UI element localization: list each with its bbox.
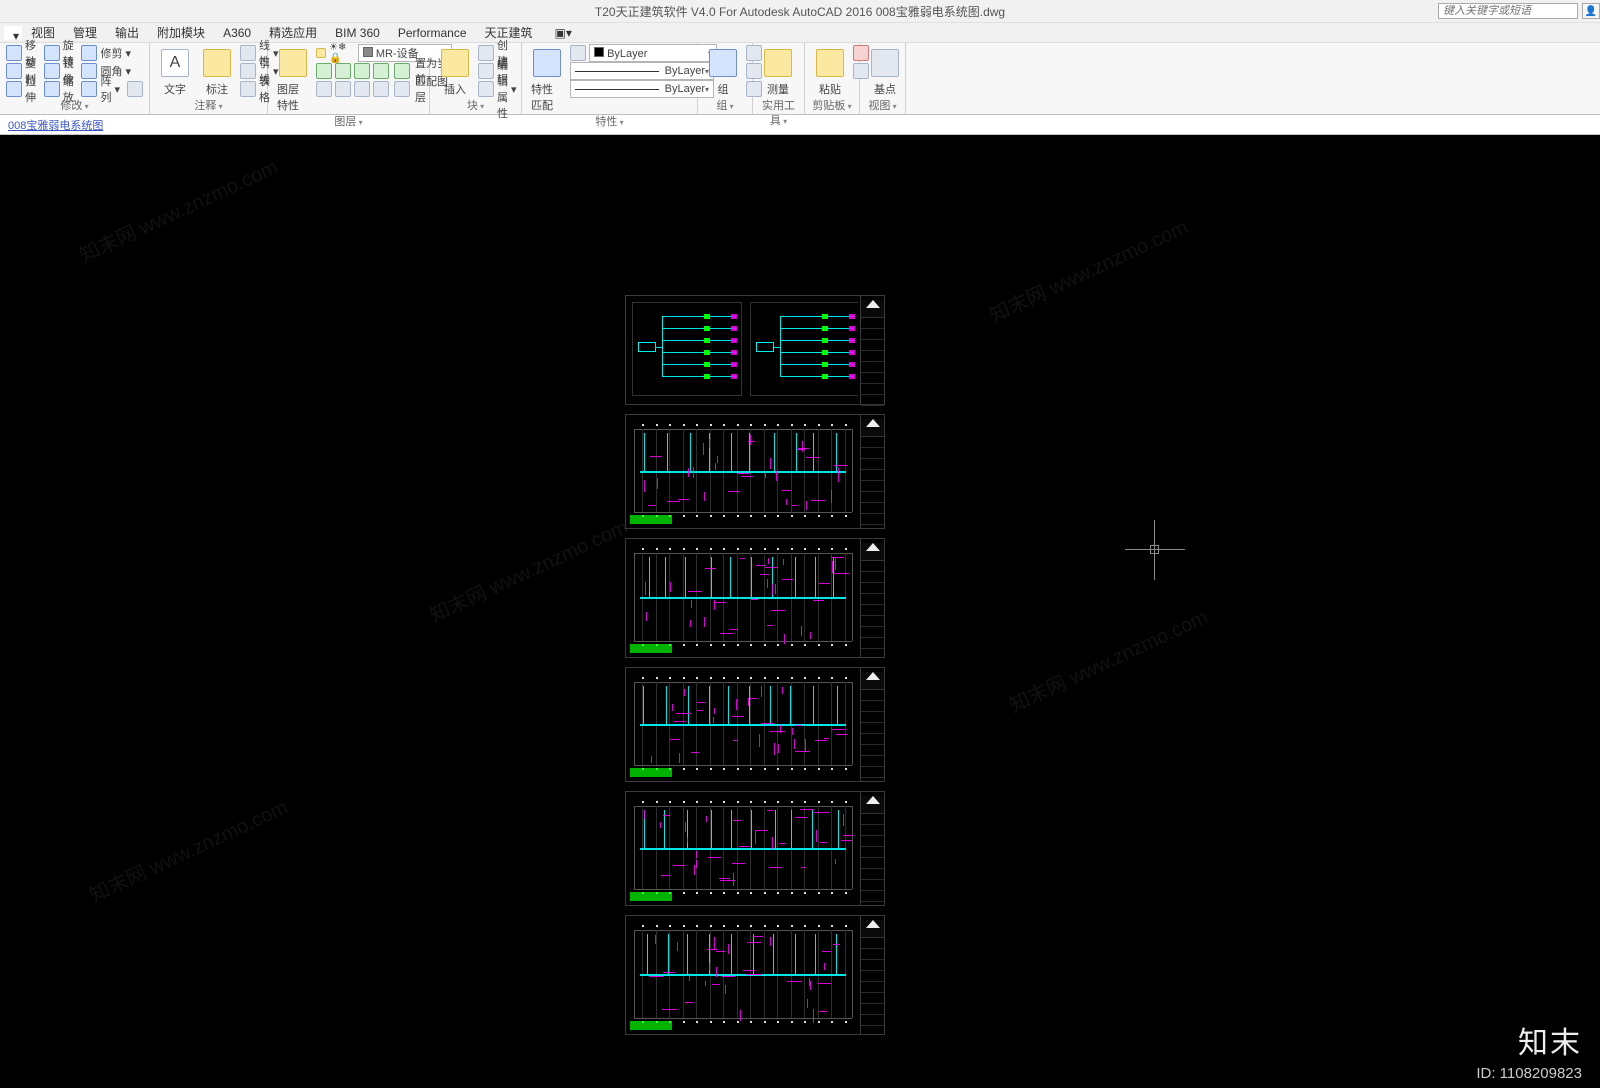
stretch-icon [6,81,22,97]
drawing-canvas[interactable]: 知末网 www.znzmo.com 知末网 www.znzmo.com 知末网 … [0,135,1600,1088]
cmd-insert[interactable]: 插入 [436,45,474,99]
dim-icon [203,49,231,77]
panel-group: 组 组 [698,43,753,114]
create-icon [478,45,494,61]
panel-label-block[interactable]: 块 [436,99,515,114]
brand-watermark: 知末 [1518,1018,1582,1062]
id-watermark: ID: 1108209823 [1476,1065,1582,1082]
doc-tab[interactable]: 008宝雅弱电系统图 [0,117,111,133]
base-icon [871,49,899,77]
layer-ico-7[interactable] [354,81,370,97]
linear-icon [240,45,256,61]
leader-icon [240,63,256,79]
panel-label-view[interactable]: 视图 [866,99,899,114]
layer-ico-3[interactable] [354,63,370,79]
bg-watermark: 知末网 www.znzmo.com [424,511,632,628]
panel-label-layers[interactable]: 图层 [274,115,423,130]
dropdown-icon[interactable]: ▾ [4,26,22,40]
layer-ico-4[interactable] [373,63,389,79]
panel-label-modify[interactable]: 修改 [6,99,143,114]
cmd-measure[interactable]: 测量 [759,45,797,99]
tab-bim360[interactable]: BIM 360 [326,23,389,43]
copy-icon [6,63,22,79]
edit-icon [478,63,494,79]
panel-props: 特性匹配 ByLayer▾ ByLayer▾ ByLayer▾ 特性 [522,43,698,114]
cmd-fillet[interactable]: 圆角▾ [81,63,143,79]
table2-icon [240,81,256,97]
editattr-icon [478,81,494,97]
layer-props-icon [279,49,307,77]
array-icon [81,81,97,97]
tab-addins[interactable]: 附加模块 [148,23,214,43]
panel-label-annotate[interactable]: 注释 [156,99,261,114]
layer-ico-6[interactable] [335,81,351,97]
cmd-group[interactable]: 组 [704,45,742,99]
layer-ico-2[interactable] [335,63,351,79]
cmd-dimension[interactable]: 标注 [198,45,236,99]
cmd-text[interactable]: A文字 [156,45,194,99]
bg-watermark: 知末网 www.znzmo.com [74,151,282,268]
paste-icon [816,49,844,77]
ribbon: 移动 复制 拉伸 旋转 镜像 缩放 修剪▾ 圆角▾ 阵列▾ 修改 A文字 标注 … [0,42,1600,115]
cmd-paste[interactable]: 粘贴 [811,45,849,99]
cmd-layer-props[interactable]: 图层特性 [274,45,312,115]
move-icon [6,45,22,61]
bg-watermark: 知末网 www.znzmo.com [984,211,1192,328]
panel-block: 插入 创建 编辑 编辑属性▾ 块 [430,43,522,114]
search-help-button[interactable]: 👤 [1582,3,1600,19]
color-icon [570,45,586,61]
cmd-edit-attr[interactable]: 编辑属性▾ [478,81,517,97]
match-layer-icon[interactable] [394,81,410,97]
tab-perf[interactable]: Performance [389,23,476,43]
tab-a360[interactable]: A360 [214,23,260,43]
cursor-crosshair [1125,520,1185,580]
layer-ico-5[interactable] [316,81,332,97]
bg-watermark: 知末网 www.znzmo.com [84,791,292,908]
cmd-array[interactable]: 阵列▾ [81,81,143,97]
title-bar: T20天正建筑软件 V4.0 For Autodesk AutoCAD 2016… [0,0,1600,22]
layer-ico-1[interactable] [316,63,332,79]
search-input[interactable] [1438,3,1578,19]
fillet-icon [81,63,97,79]
window-title: T20天正建筑软件 V4.0 For Autodesk AutoCAD 2016… [595,3,1005,20]
table-icon [127,81,143,97]
panel-modify: 移动 复制 拉伸 旋转 镜像 缩放 修剪▾ 圆角▾ 阵列▾ 修改 [0,43,150,114]
layer-ico-8[interactable] [373,81,389,97]
menu-bar: ▾ 视图 管理 输出 附加模块 A360 精选应用 BIM 360 Perfor… [0,22,1600,42]
cmd-base[interactable]: 基点 [866,45,904,99]
drawing-sheets [625,295,885,1044]
cmd-trim[interactable]: 修剪▾ [81,45,143,61]
rotate-icon [44,45,60,61]
panel-label-group[interactable]: 组 [704,99,746,114]
trim-icon [81,45,97,61]
panel-label-props[interactable]: 特性 [528,115,691,130]
bulb-icon [316,48,326,58]
mirror-icon [44,63,60,79]
set-current-icon[interactable] [394,63,410,79]
cmd-stretch[interactable]: 拉伸 [6,81,40,97]
cmd-match-props[interactable]: 特性匹配 [528,45,566,115]
matchprops-icon [533,49,561,77]
lweight-dropdown[interactable]: ByLayer▾ [570,62,714,80]
group-icon [709,49,737,77]
doc-tab-bar: 008宝雅弱电系统图 [0,115,1600,135]
scale-icon [44,81,60,97]
tab-output[interactable]: 输出 [106,23,148,43]
panel-view: 基点 视图 [860,43,906,114]
ltype-dropdown[interactable]: ByLayer▾ [570,80,714,98]
panel-label-clip[interactable]: 剪贴板 [811,99,853,114]
insert-icon [441,49,469,77]
panel-layers: 图层特性 ☀❄🔒 MR-设备▾ 置为当前 [268,43,430,114]
panel-annotate: A文字 标注 线性▾ 引线▾ 表格 注释 [150,43,268,114]
panel-util: 测量 实用工具 [753,43,805,114]
measure-icon [764,49,792,77]
cmd-scale[interactable]: 缩放 [44,81,78,97]
panel-clip: 粘贴 剪贴板 [805,43,860,114]
panel-label-util[interactable]: 实用工具 [759,99,798,114]
ribbon-options-icon[interactable]: ▣▾ [546,23,581,43]
bg-watermark: 知末网 www.znzmo.com [1004,601,1212,718]
